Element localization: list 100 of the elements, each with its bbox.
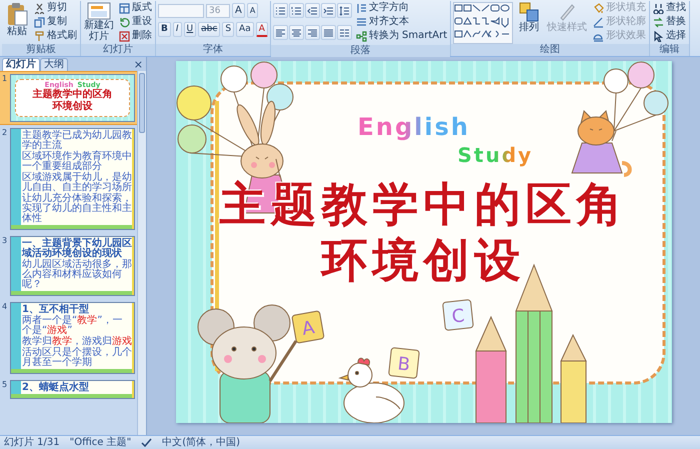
numbered-list-icon [290, 6, 302, 16]
thumbnail-title: 1、互不相干型 [22, 305, 90, 315]
decrease-indent-icon [306, 6, 318, 16]
delete-icon [119, 30, 130, 42]
ribbon-button[interactable]: 选择 [652, 29, 688, 43]
paragraph-button[interactable] [272, 3, 288, 18]
paint-bucket-icon [593, 2, 604, 14]
ribbon-button[interactable]: 新建幻灯片 [83, 1, 115, 43]
format-button[interactable]: A [256, 22, 268, 37]
panel-tab[interactable]: 幻灯片 [2, 58, 40, 71]
paragraph-button[interactable] [304, 3, 320, 18]
format-button[interactable]: I [172, 22, 182, 37]
ribbon-button[interactable]: 重设 [118, 15, 153, 29]
thumbnail-title: 2、蜻蜓点水型 [22, 383, 90, 393]
paragraph-button[interactable] [304, 25, 320, 40]
clipboard-icon [6, 2, 28, 26]
slide-icon [87, 2, 111, 20]
line-spacing-icon [338, 6, 350, 16]
paragraph-button[interactable] [336, 3, 352, 18]
theme-name: "Office 主题" [70, 436, 132, 448]
shrink-font-button[interactable]: A [246, 3, 258, 18]
thumbnail-text: 幼儿园区域活动很多，那么内容和材料应该如何呢？ [22, 260, 132, 290]
increase-indent-icon [322, 6, 334, 16]
close-button[interactable]: × [130, 59, 146, 71]
align-right-icon [306, 28, 318, 38]
ribbon-button[interactable]: 复制 [33, 15, 78, 29]
slide-title: 主题教学中的区角 [220, 177, 628, 231]
paragraph-button[interactable] [288, 3, 304, 18]
format-button[interactable]: abc [198, 22, 220, 37]
paragraph-button[interactable] [272, 25, 288, 40]
cursor-icon [653, 30, 664, 42]
group-label: 字体 [156, 44, 270, 56]
slide-counter: 幻灯片 1/31 [4, 436, 60, 448]
group-label: 剪贴板 [2, 44, 80, 56]
thumbnail-text: 活动区只是个摆设，几个月甚至一个学期 [22, 348, 132, 368]
scissors-icon [34, 2, 45, 14]
align-left-icon [274, 28, 286, 38]
thumbnail-title: 一、主题背景下幼儿园区域活动环境创设的现状 [22, 239, 132, 259]
ribbon-button[interactable]: 转换为 SmartArt [354, 29, 448, 43]
paragraph-button[interactable] [288, 25, 304, 40]
group-label: 编辑 [650, 44, 690, 56]
copy-icon [34, 16, 45, 28]
scrollbar-thumb[interactable] [139, 73, 145, 133]
ribbon-button[interactable]: 格式刷 [33, 29, 78, 43]
ribbon-button[interactable]: 对齐文本 [354, 15, 448, 29]
thumbnail-text: 区域游戏属于幼儿，是幼儿自由、自主的学习场所 [22, 173, 132, 193]
columns-icon [338, 28, 350, 38]
slide-thumbnail-item[interactable]: 5 2、蜻蜓点水型 [0, 378, 137, 401]
align-text-icon [356, 16, 367, 28]
group-label: 绘图 [451, 44, 650, 56]
format-button[interactable]: U [184, 22, 196, 37]
group-label: 段落 [270, 45, 450, 57]
slide-number: 5 [0, 380, 8, 391]
paragraph-button[interactable] [320, 25, 336, 40]
letter-block: A [290, 310, 324, 344]
slide-number: 3 [0, 236, 8, 247]
shapes-gallery[interactable] [453, 2, 514, 44]
slide-thumbnail-item[interactable]: 2 主题教学已成为幼儿园教学的主流 区域环境作为教育环境中一个重要组成部分 区域游戏属于幼儿，是幼儿自由、自主的学习场所 让幼儿充分体验和探索，实现了幼儿的自主性和主体性 [0, 126, 137, 232]
cat-drawing [570, 110, 632, 177]
scrollbar[interactable] [137, 71, 146, 435]
paragraph-button[interactable] [336, 25, 352, 40]
arrange-button[interactable]: 排列 [516, 1, 542, 34]
spell-check-icon[interactable] [141, 438, 152, 448]
ribbon-button[interactable]: 查找 [652, 1, 688, 15]
justify-icon [322, 28, 334, 38]
layout-icon [119, 2, 130, 14]
group-label: 幻灯片 [81, 44, 155, 56]
ribbon-button[interactable]: 文字方向 [354, 1, 448, 15]
font-name-field[interactable] [158, 4, 204, 18]
reset-icon [119, 16, 130, 28]
bullet-list-icon [274, 6, 286, 16]
paragraph-button[interactable] [320, 3, 336, 18]
thumbnail-text: 区域环境作为教育环境中一个重要组成部分 [22, 152, 132, 172]
language-indicator[interactable]: 中文(简体，中国) [162, 436, 240, 448]
binoculars-icon [653, 2, 664, 14]
format-button[interactable]: S [222, 22, 234, 37]
slide-title: 环境创设 [322, 233, 526, 287]
format-button[interactable]: B [158, 22, 171, 37]
panel-tab[interactable]: 大纲 [40, 58, 68, 71]
ribbon-button[interactable]: 粘贴 [4, 1, 30, 38]
slide-thumbnail-item[interactable]: 3 一、主题背景下幼儿园区域活动环境创设的现状 幼儿园区域活动很多，那么内容和材料应该如何呢？ [0, 234, 137, 298]
thumbnail-text: 两者一个是“教学”，一个是“游戏” [22, 316, 122, 336]
thumbnail-title: 环境创设 [51, 101, 94, 113]
ribbon-button[interactable]: 剪切 [33, 1, 78, 15]
slide-thumbnail-item[interactable]: 4 1、互不相干型 两者一个是“教学”，一个是“游戏” 教学归教学，游戏归游戏 活动区只是个摆设，几个月甚至一个学期 [0, 300, 137, 376]
balloons-drawing [603, 62, 668, 132]
thumbnail-text: 主题教学已成为幼儿园教学的主流 [22, 131, 132, 151]
slide-number: 4 [0, 302, 8, 313]
slide-number: 2 [0, 128, 8, 139]
ribbon-button[interactable]: 替换 [652, 15, 688, 29]
grow-font-button[interactable]: A [232, 3, 245, 18]
format-button[interactable]: Aa [236, 22, 254, 37]
thumbnail-text: 教学归教学，游戏归游戏 [22, 337, 132, 347]
ribbon-button[interactable]: 版式 [118, 1, 153, 15]
ribbon-button[interactable]: 删除 [118, 29, 153, 43]
paintbrush-icon [34, 30, 45, 42]
smartart-icon [356, 30, 367, 42]
pen-icon [593, 16, 604, 28]
slide-number: 1 [0, 74, 8, 85]
thumbnail-text: 让幼儿充分体验和探索，实现了幼儿的自主性和主体性 [22, 194, 132, 224]
